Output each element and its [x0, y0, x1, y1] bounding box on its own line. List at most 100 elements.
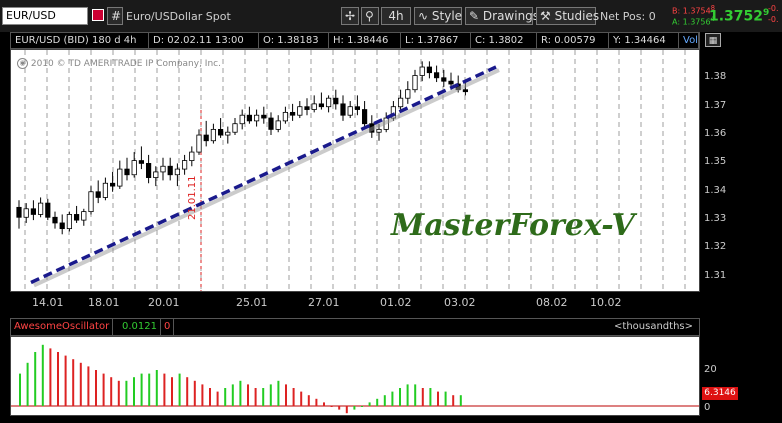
osc-bar — [26, 362, 29, 406]
osc-bar — [19, 373, 21, 406]
candle-body — [268, 117, 274, 130]
candle-body — [354, 106, 361, 110]
candle-body — [131, 160, 137, 176]
style-button[interactable]: ∿ Style — [414, 7, 462, 25]
oscillator-header: AwesomeOscillator 0.0121 0 <thousandths> — [10, 318, 700, 336]
interval-button[interactable]: 4h — [381, 7, 411, 25]
osc-bar — [269, 384, 272, 406]
osc-bar — [87, 366, 90, 406]
candle-body — [30, 208, 37, 215]
net-position: Net Pos: 0 — [600, 10, 656, 23]
osc-bar — [315, 398, 318, 406]
copyright-icon: ◉ — [17, 58, 28, 69]
osc-bar — [459, 395, 462, 406]
price-chart-svg — [16, 50, 686, 291]
candle-body — [37, 202, 44, 215]
price-tick-label: 1.38 — [704, 71, 727, 83]
candle-body — [441, 77, 447, 82]
candle-body — [246, 114, 252, 122]
link-icon[interactable] — [92, 9, 104, 21]
osc-bar — [285, 384, 287, 406]
candle-body — [74, 214, 80, 221]
candle-body — [88, 191, 94, 213]
candle-body — [16, 206, 22, 218]
osc-bar — [239, 380, 242, 406]
osc-bar — [49, 348, 52, 406]
last-price: 1.37529 — [709, 8, 770, 25]
osc-bar — [64, 355, 67, 406]
osc-bar — [41, 344, 44, 406]
osc-bar — [224, 388, 227, 406]
style-icon: ∿ — [418, 9, 429, 23]
trendline — [30, 65, 497, 285]
pencil-icon: ✎ — [469, 9, 480, 23]
osc-bar — [34, 352, 37, 406]
bar-date: D: 02.02.11 13:00 — [149, 33, 259, 48]
chart-settings-icon[interactable]: ▦ — [705, 33, 721, 47]
symbol-input[interactable]: EUR/USD — [2, 7, 88, 25]
candle-body — [160, 165, 166, 173]
candle-body — [217, 128, 224, 136]
candle-body — [225, 131, 231, 136]
bar-low: L: 1.37867 — [401, 33, 471, 48]
osc-bar — [262, 388, 265, 406]
date-tick-label: 20.01 — [148, 296, 180, 309]
candle-body — [124, 168, 130, 176]
prev-close: Y: 1.34464 — [609, 33, 679, 48]
osc-bar — [133, 377, 135, 406]
oscillator-svg — [11, 344, 699, 414]
change-top: -0. — [768, 4, 779, 13]
candle-body — [117, 168, 123, 187]
price-tick-label: 1.37 — [704, 99, 727, 111]
candle-body — [138, 160, 144, 164]
crosshair-icon[interactable]: ✢ — [341, 7, 359, 25]
osc-bar — [95, 370, 97, 406]
candle-body — [52, 216, 58, 224]
osc-axis-top: 20 — [704, 364, 717, 375]
date-tick-label: 18.01 — [88, 296, 120, 309]
osc-bar — [345, 406, 348, 414]
candle-body — [232, 123, 238, 133]
candle-body — [196, 134, 202, 153]
oscillator-name[interactable]: AwesomeOscillator — [11, 319, 114, 335]
osc-bar — [444, 391, 447, 406]
osc-bar — [102, 373, 105, 406]
osc-bar — [414, 384, 417, 406]
oscillator-panel[interactable] — [10, 336, 700, 416]
oscillator-value: 0.0121 — [119, 319, 161, 335]
candle-body — [181, 160, 188, 170]
osc-bar — [361, 406, 363, 407]
osc-bar — [383, 395, 386, 406]
hash-button[interactable]: # — [107, 7, 123, 25]
chart-info-bar: EUR/USD (BID) 180 d 4h D: 02.02.11 13:00… — [10, 32, 700, 49]
trendline-shadow — [33, 68, 500, 288]
candle-body — [45, 202, 51, 218]
candle-body — [261, 114, 267, 119]
osc-bar — [452, 395, 455, 406]
osc-bar — [353, 406, 356, 410]
date-tick-label: 27.01 — [308, 296, 340, 309]
price-tick-label: 1.36 — [704, 128, 727, 140]
study-name[interactable]: VolumeProfile (AU... — [679, 33, 699, 48]
drawings-button[interactable]: ✎ Drawings — [465, 7, 539, 25]
studies-label: Studies — [554, 9, 600, 23]
osc-bar — [399, 388, 401, 406]
candle-body — [311, 103, 317, 110]
osc-bar — [201, 384, 204, 406]
osc-bar — [186, 377, 189, 406]
price-chart-panel[interactable]: ◉ 2010 © TD AMERITRADE IP Company, Inc. … — [10, 49, 700, 292]
date-tick-label: 14.01 — [32, 296, 64, 309]
osc-bar — [277, 380, 280, 406]
candle-body — [347, 106, 353, 116]
top-toolbar: EUR/USD # Euro/USDollar Spot ✢ ⚲ 4h ∿ St… — [0, 0, 782, 32]
candle-body — [153, 171, 159, 178]
studies-button[interactable]: ⚒ Studies — [536, 7, 599, 25]
candle-body — [203, 134, 209, 142]
bar-open: O: 1.38183 — [259, 33, 329, 48]
candle-body — [325, 97, 332, 108]
zoom-icon[interactable]: ⚲ — [361, 7, 379, 25]
candle-body — [210, 128, 216, 142]
osc-axis-zero: 0 — [704, 402, 711, 413]
candle-body — [340, 103, 346, 116]
candle-body — [282, 111, 289, 122]
